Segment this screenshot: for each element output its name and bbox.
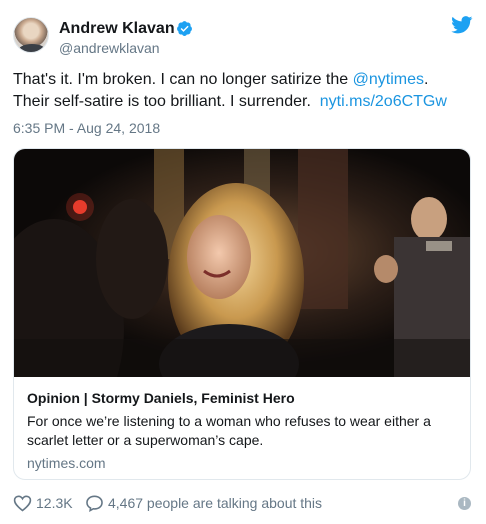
card-domain: nytimes.com bbox=[27, 455, 106, 471]
author-name[interactable]: Andrew Klavan bbox=[59, 20, 175, 38]
card-title: Opinion | Stormy Daniels, Feminist Hero bbox=[27, 390, 295, 406]
info-icon[interactable]: i bbox=[458, 497, 471, 510]
avatar[interactable] bbox=[13, 17, 49, 53]
article-short-link[interactable]: nyti.ms/2o6CTGw bbox=[320, 93, 447, 110]
tweet-timestamp[interactable]: 6:35 PM - Aug 24, 2018 bbox=[13, 120, 160, 136]
link-card-body: Opinion | Stormy Daniels, Feminist Hero … bbox=[27, 389, 459, 471]
like-count[interactable]: 12.3K bbox=[36, 495, 73, 511]
twitter-bird-icon[interactable] bbox=[451, 16, 473, 34]
card-description: For once we’re listening to a woman who … bbox=[27, 413, 431, 448]
tweet-embed: Andrew Klavan @andrewklavan That's it. I… bbox=[0, 0, 486, 524]
article-photo-illustration bbox=[14, 149, 470, 377]
mention-link[interactable]: @nytimes bbox=[353, 71, 424, 88]
verified-badge-icon bbox=[177, 21, 192, 36]
author-handle[interactable]: @andrewklavan bbox=[59, 40, 160, 56]
link-card[interactable]: Opinion | Stormy Daniels, Feminist Hero … bbox=[13, 148, 471, 480]
heart-icon[interactable] bbox=[13, 494, 32, 512]
conversation-link[interactable]: 4,467 people are talking about this bbox=[108, 495, 322, 511]
tweet-text: That's it. I'm broken. I can no longer s… bbox=[13, 69, 473, 113]
tweet-footer: 12.3K 4,467 people are talking about thi… bbox=[13, 493, 473, 515]
comment-icon[interactable] bbox=[85, 494, 104, 512]
tweet-header: Andrew Klavan @andrewklavan bbox=[13, 14, 473, 58]
article-photo[interactable] bbox=[14, 149, 470, 377]
tweet-text-part: That's it. I'm broken. I can no longer s… bbox=[13, 71, 353, 88]
